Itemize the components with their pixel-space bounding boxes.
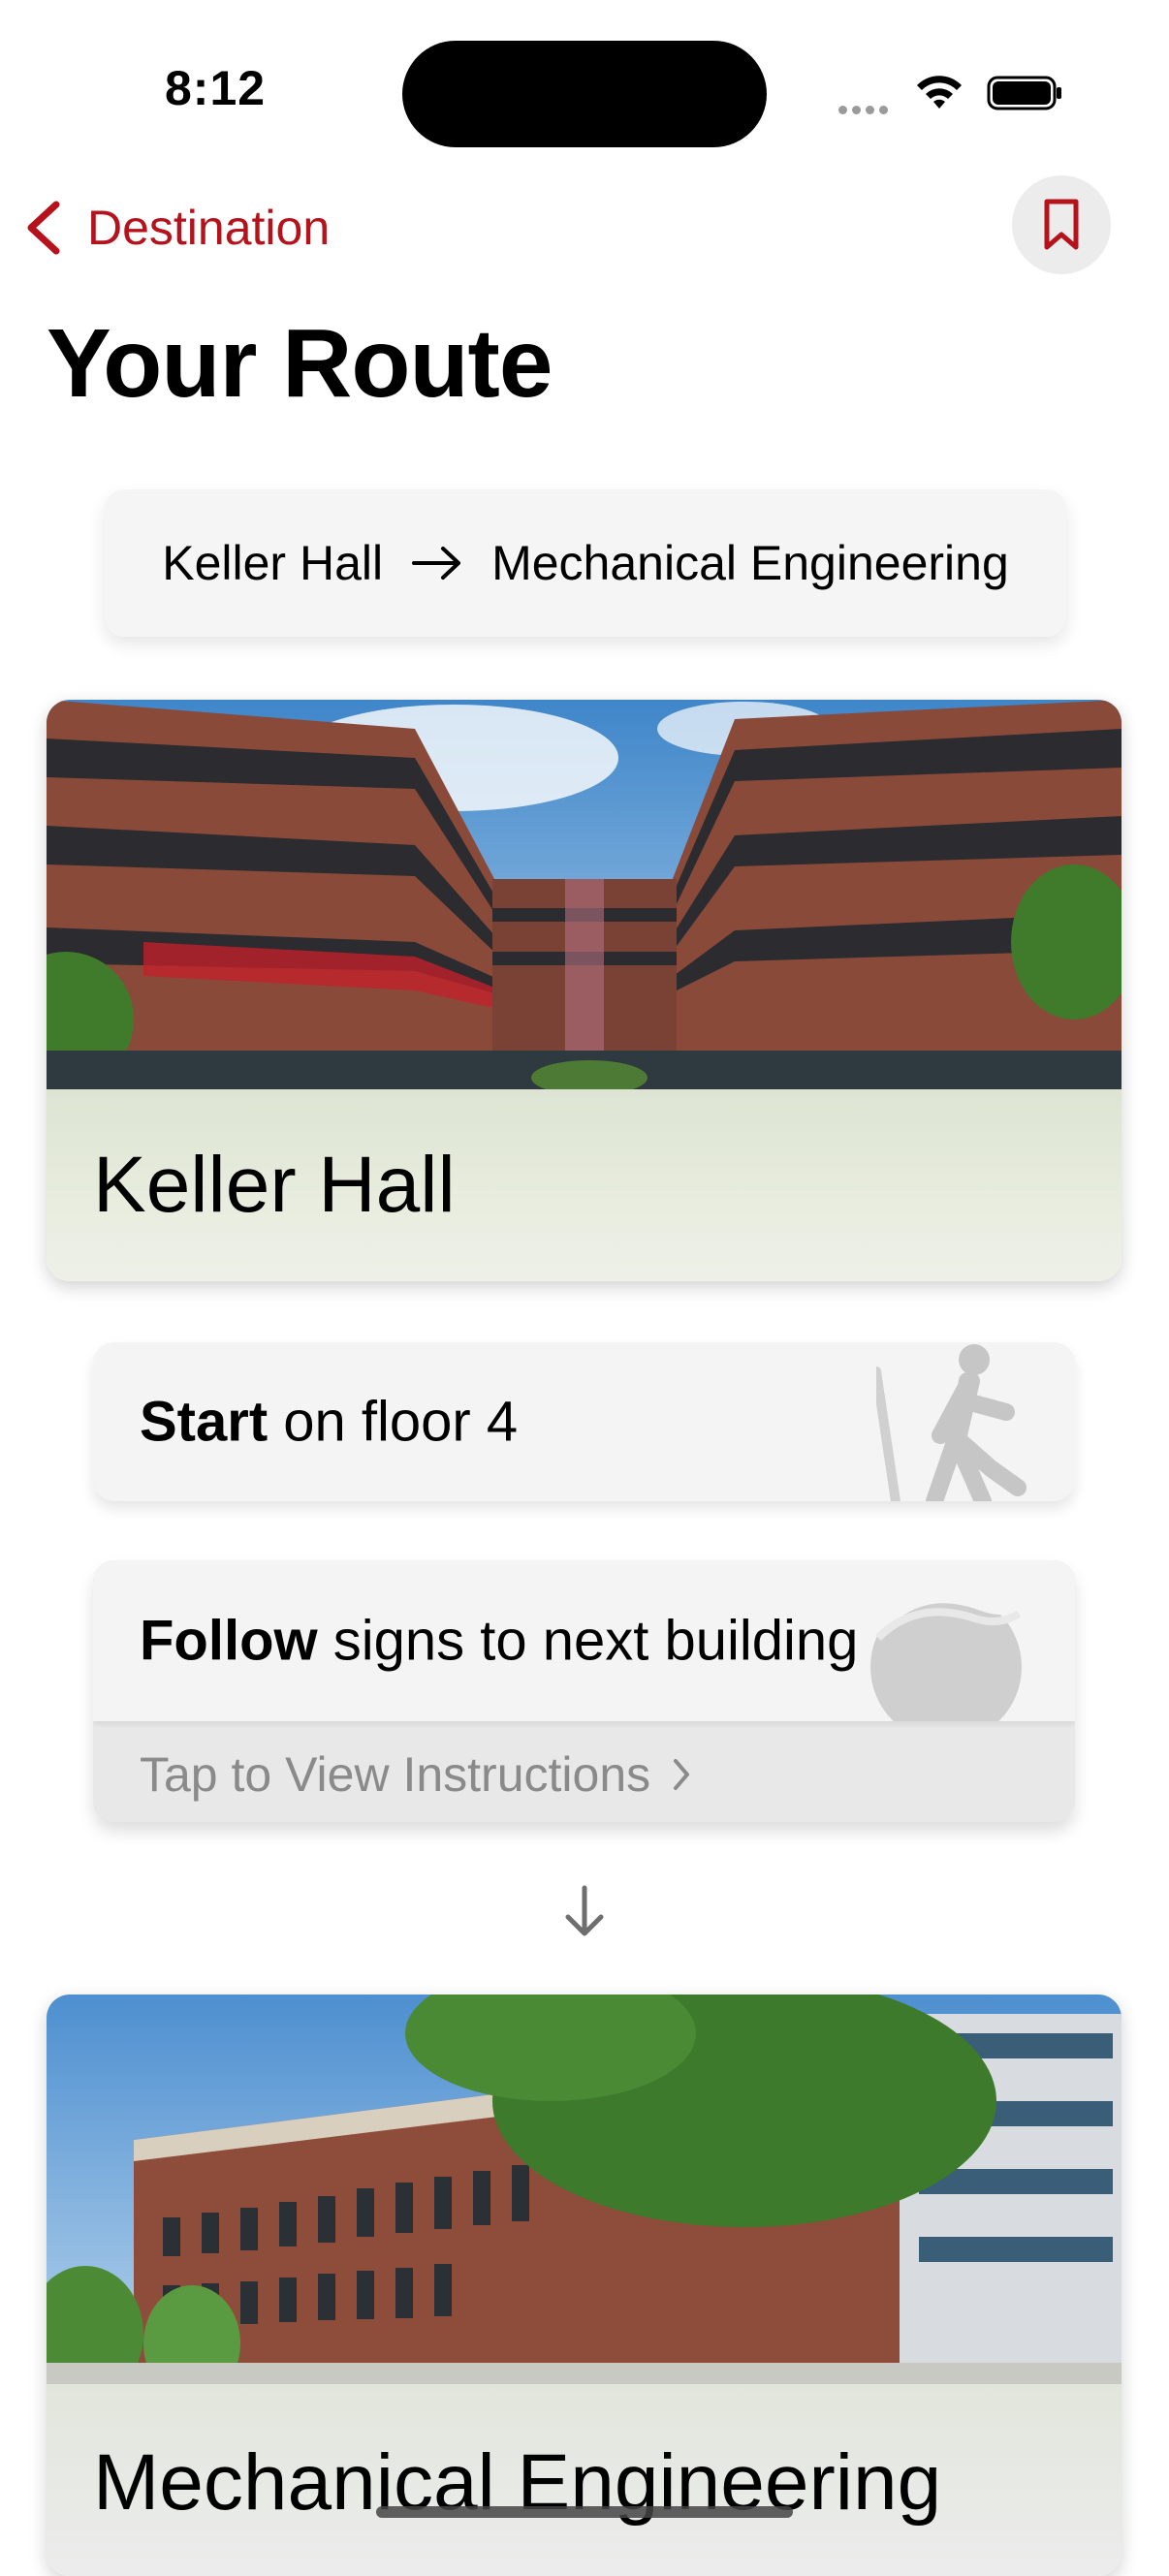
step-follow[interactable]: Follow signs to next building Tap to Vie… [93,1560,1075,1822]
bookmark-button[interactable] [1012,175,1111,274]
status-time: 8:12 [165,61,267,115]
route-origin: Keller Hall [162,536,384,590]
back-button[interactable]: Destination [87,200,330,256]
walking-person-icon [876,1344,1027,1501]
wifi-icon [917,76,962,109]
route-summary: Keller Hall Mechanical Engineering [105,489,1066,637]
step-follow-text: Follow signs to next building [140,1609,859,1673]
view-instructions-link[interactable]: Tap to View Instructions [140,1746,691,1803]
view-instructions-label: Tap to View Instructions [140,1747,651,1802]
chevron-right-icon [674,1759,690,1790]
route-destination: Mechanical Engineering [491,536,1009,590]
chevron-left-icon[interactable] [21,199,66,257]
step-start-text: Start on floor 4 [140,1390,519,1454]
battery-icon [987,76,1061,110]
cellular-signal-icon [838,102,897,114]
arrow-right-icon [412,547,461,580]
page-title: Your Route [47,309,553,418]
arrow-down-icon [565,1885,604,1936]
destination-building-footer: Mechanical Engineering [47,2384,1122,2576]
origin-building-card[interactable]: Keller Hall [47,700,1122,1281]
mechanical-engineering-photo [47,1995,1122,2384]
globe-icon [869,1580,1022,1721]
dynamic-island [402,41,767,147]
keller-hall-photo [47,700,1122,1089]
destination-building-card[interactable]: Mechanical Engineering [47,1995,1122,2576]
origin-building-name: Keller Hall [93,1141,456,1229]
step-start[interactable]: Start on floor 4 [93,1342,1075,1501]
bookmark-icon [1044,199,1079,250]
origin-building-footer: Keller Hall [47,1089,1122,1281]
home-indicator[interactable] [376,2506,793,2518]
step-follow-card: Follow signs to next building [93,1560,1075,1721]
